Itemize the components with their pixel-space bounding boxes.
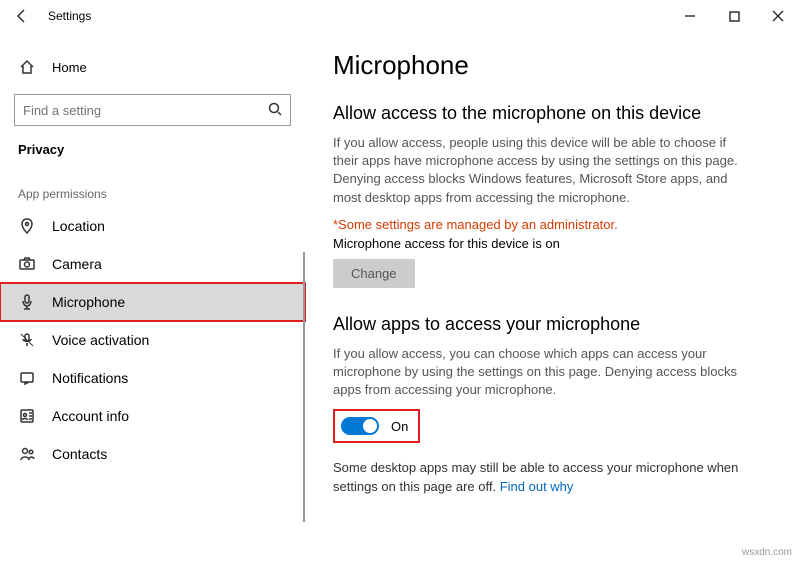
search-box[interactable] <box>14 94 291 126</box>
sidebar-item-notifications[interactable]: Notifications <box>0 359 305 397</box>
section2-title: Allow apps to access your microphone <box>333 314 772 335</box>
sidebar-item-label: Location <box>52 218 105 234</box>
sidebar-item-label: Microphone <box>52 294 125 310</box>
device-status: Microphone access for this device is on <box>333 236 772 251</box>
home-icon <box>18 58 36 76</box>
watermark: wsxdn.com <box>742 547 792 558</box>
sidebar: Home Privacy App permissions Location <box>0 32 305 562</box>
search-icon <box>268 102 282 119</box>
section1-desc: If you allow access, people using this d… <box>333 134 753 207</box>
toggle-state-label: On <box>391 419 408 434</box>
sidebar-item-label: Notifications <box>52 370 128 386</box>
sidebar-item-account-info[interactable]: Account info <box>0 397 305 435</box>
camera-icon <box>18 255 36 273</box>
maximize-button[interactable] <box>712 0 756 32</box>
home-label: Home <box>52 60 87 75</box>
apps-access-toggle[interactable] <box>341 417 379 435</box>
close-button[interactable] <box>756 0 800 32</box>
contacts-icon <box>18 445 36 463</box>
window-title: Settings <box>48 9 91 23</box>
find-out-why-link[interactable]: Find out why <box>500 479 574 494</box>
change-button[interactable]: Change <box>333 259 415 288</box>
section1-title: Allow access to the microphone on this d… <box>333 103 772 124</box>
sidebar-item-camera[interactable]: Camera <box>0 245 305 283</box>
sidebar-item-label: Contacts <box>52 446 107 462</box>
sidebar-item-contacts[interactable]: Contacts <box>0 435 305 473</box>
location-icon <box>18 217 36 235</box>
voice-icon <box>18 331 36 349</box>
sidebar-item-label: Account info <box>52 408 129 424</box>
section-header: App permissions <box>0 161 305 207</box>
minimize-button[interactable] <box>668 0 712 32</box>
footer-note: Some desktop apps may still be able to a… <box>333 459 753 495</box>
toggle-knob <box>363 419 377 433</box>
page-title: Microphone <box>333 50 772 81</box>
apps-access-toggle-row: On <box>333 409 420 443</box>
sidebar-item-label: Voice activation <box>52 332 149 348</box>
back-button[interactable] <box>8 2 36 30</box>
sidebar-item-label: Camera <box>52 256 102 272</box>
microphone-icon <box>18 293 36 311</box>
search-input[interactable] <box>23 103 268 118</box>
sidebar-item-voice-activation[interactable]: Voice activation <box>0 321 305 359</box>
admin-warning: *Some settings are managed by an adminis… <box>333 217 772 232</box>
sidebar-item-location[interactable]: Location <box>0 207 305 245</box>
notifications-icon <box>18 369 36 387</box>
sidebar-item-microphone[interactable]: Microphone <box>0 283 305 321</box>
account-icon <box>18 407 36 425</box>
category-label: Privacy <box>0 132 305 161</box>
titlebar: Settings <box>0 0 800 32</box>
section2-desc: If you allow access, you can choose whic… <box>333 345 753 400</box>
content-pane: Microphone Allow access to the microphon… <box>305 32 800 562</box>
home-nav[interactable]: Home <box>0 50 305 84</box>
